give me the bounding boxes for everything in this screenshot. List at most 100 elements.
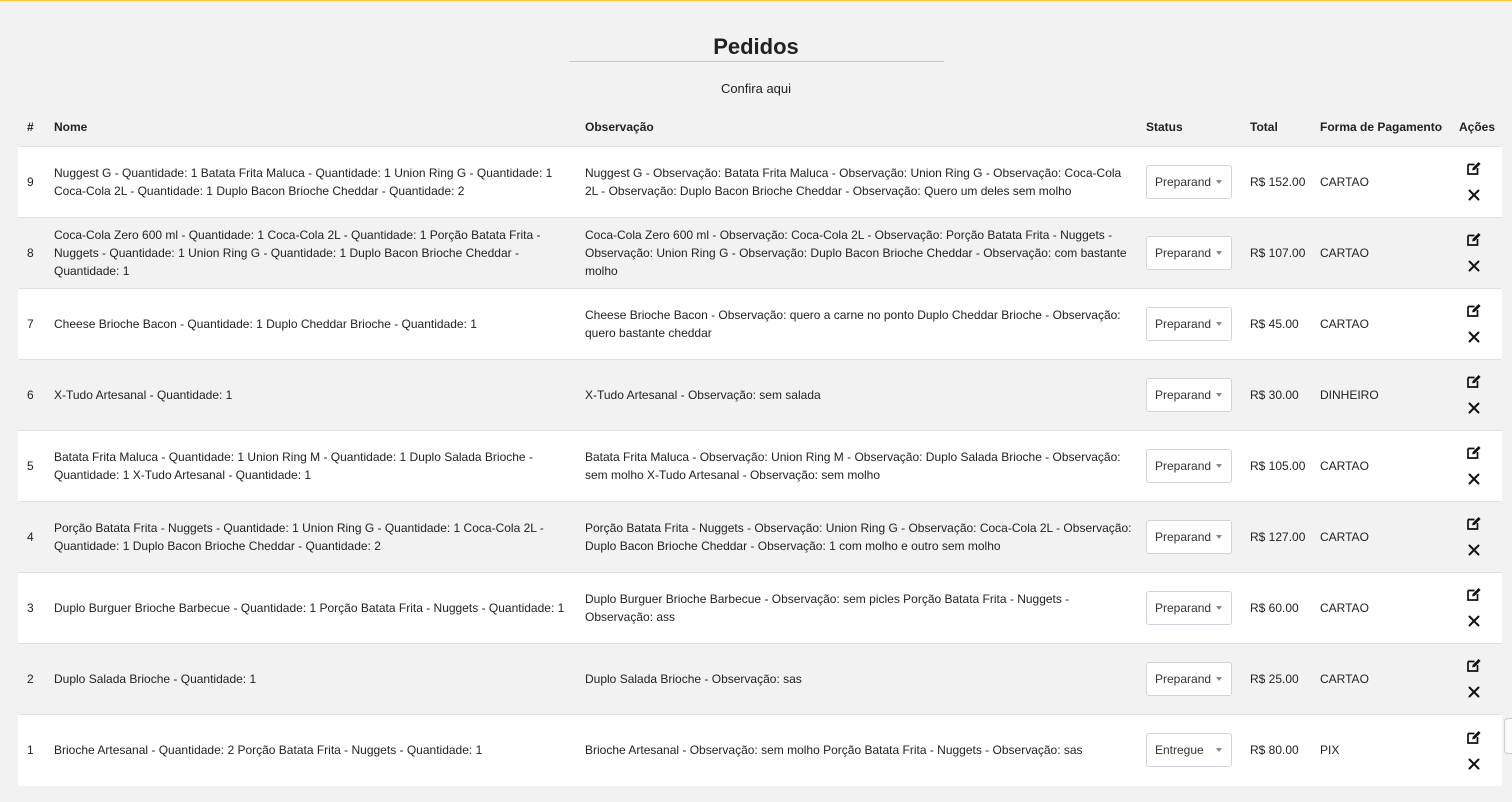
edit-icon[interactable] (1466, 729, 1482, 745)
table-row: 6 X-Tudo Artesanal - Quantidade: 1 X-Tud… (18, 358, 1502, 430)
order-observacao: Batata Frita Maluca - Observação: Union … (576, 429, 1137, 501)
order-observacao: Nuggest G - Observação: Batata Frita Mal… (576, 145, 1137, 217)
order-payment-method: DINHEIRO (1311, 358, 1450, 430)
order-payment-method: CARTAO (1311, 571, 1450, 643)
order-total: R$ 60.00 (1241, 571, 1311, 643)
close-icon[interactable] (1466, 613, 1482, 629)
status-select[interactable]: Preparand (1146, 235, 1232, 270)
order-nome: Porção Batata Frita - Nuggets - Quantida… (45, 500, 576, 572)
order-id: 1 (18, 713, 45, 786)
order-nome: Brioche Artesanal - Quantidade: 2 Porção… (45, 713, 576, 786)
order-payment-method: CARTAO (1311, 500, 1450, 572)
column-header-id: # (18, 109, 45, 146)
order-observacao: Brioche Artesanal - Observação: sem molh… (576, 713, 1137, 786)
chevron-down-icon (1216, 748, 1222, 753)
order-nome: Duplo Salada Brioche - Quantidade: 1 (45, 642, 576, 714)
order-total: R$ 30.00 (1241, 358, 1311, 430)
edit-icon[interactable] (1466, 302, 1482, 318)
close-icon[interactable] (1466, 684, 1482, 700)
row-actions (1459, 373, 1498, 416)
order-total: R$ 107.00 (1241, 216, 1311, 288)
status-select[interactable]: Preparand (1146, 164, 1232, 199)
order-id: 5 (18, 429, 45, 501)
order-total: R$ 80.00 (1241, 713, 1311, 786)
close-icon[interactable] (1466, 400, 1482, 416)
status-select[interactable]: Preparand (1146, 590, 1232, 625)
table-row: 3 Duplo Burguer Brioche Barbecue - Quant… (18, 571, 1502, 643)
order-observacao: Duplo Burguer Brioche Barbecue - Observa… (576, 571, 1137, 643)
chevron-down-icon (1216, 534, 1222, 539)
order-nome: Nuggest G - Quantidade: 1 Batata Frita M… (45, 145, 576, 217)
row-actions (1459, 515, 1498, 558)
order-observacao: Duplo Salada Brioche - Observação: sas (576, 642, 1137, 714)
order-id: 9 (18, 145, 45, 217)
chevron-down-icon (1216, 321, 1222, 326)
edit-icon[interactable] (1466, 515, 1482, 531)
status-value: Preparand (1155, 387, 1212, 402)
table-body: 9 Nuggest G - Quantidade: 1 Batata Frita… (18, 145, 1502, 786)
orders-table: # Nome Observação Status Total Forma de … (18, 109, 1502, 786)
order-id: 7 (18, 287, 45, 359)
close-icon[interactable] (1466, 471, 1482, 487)
row-actions (1459, 160, 1498, 203)
edit-icon[interactable] (1466, 373, 1482, 389)
order-id: 2 (18, 642, 45, 714)
order-nome: Coca-Cola Zero 600 ml - Quantidade: 1 Co… (45, 216, 576, 288)
table-row: 9 Nuggest G - Quantidade: 1 Batata Frita… (18, 145, 1502, 217)
scrollbar-handle[interactable] (1504, 718, 1512, 754)
order-total: R$ 25.00 (1241, 642, 1311, 714)
order-observacao: X-Tudo Artesanal - Observação: sem salad… (576, 358, 1137, 430)
order-total: R$ 152.00 (1241, 145, 1311, 217)
page-title: Pedidos (713, 34, 799, 59)
table-row: 2 Duplo Salada Brioche - Quantidade: 1 D… (18, 642, 1502, 714)
order-observacao: Coca-Cola Zero 600 ml - Observação: Coca… (576, 216, 1137, 288)
table-row: 8 Coca-Cola Zero 600 ml - Quantidade: 1 … (18, 216, 1502, 288)
close-icon[interactable] (1466, 329, 1482, 345)
order-total: R$ 45.00 (1241, 287, 1311, 359)
status-select[interactable]: Preparand (1146, 448, 1232, 483)
title-underline (568, 61, 944, 62)
status-select[interactable]: Preparand (1146, 377, 1232, 412)
order-observacao: Cheese Brioche Bacon - Observação: quero… (576, 287, 1137, 359)
status-value: Preparand (1155, 600, 1212, 615)
edit-icon[interactable] (1466, 444, 1482, 460)
chevron-down-icon (1216, 463, 1222, 468)
table-row: 7 Cheese Brioche Bacon - Quantidade: 1 D… (18, 287, 1502, 359)
close-icon[interactable] (1466, 756, 1482, 772)
order-payment-method: CARTAO (1311, 287, 1450, 359)
row-actions (1459, 729, 1498, 772)
chevron-down-icon (1216, 392, 1222, 397)
order-nome: X-Tudo Artesanal - Quantidade: 1 (45, 358, 576, 430)
column-header-observacao: Observação (576, 109, 1137, 146)
order-nome: Duplo Burguer Brioche Barbecue - Quantid… (45, 571, 576, 643)
page-header: Pedidos Confira aqui (0, 33, 1512, 97)
table-row: 5 Batata Frita Maluca - Quantidade: 1 Un… (18, 429, 1502, 501)
edit-icon[interactable] (1466, 160, 1482, 176)
table-row: 1 Brioche Artesanal - Quantidade: 2 Porç… (18, 713, 1502, 786)
chevron-down-icon (1216, 179, 1222, 184)
status-select[interactable]: Preparand (1146, 519, 1232, 554)
orders-table-container: # Nome Observação Status Total Forma de … (18, 109, 1502, 786)
top-accent-line (0, 0, 1512, 1)
status-select[interactable]: Entregue (1146, 733, 1232, 768)
close-icon[interactable] (1466, 258, 1482, 274)
status-select[interactable]: Preparand (1146, 306, 1232, 341)
column-header-acoes: Ações (1450, 109, 1502, 146)
order-id: 4 (18, 500, 45, 572)
order-observacao: Porção Batata Frita - Nuggets - Observaç… (576, 500, 1137, 572)
close-icon[interactable] (1466, 187, 1482, 203)
status-value: Preparand (1155, 245, 1212, 260)
order-id: 8 (18, 216, 45, 288)
column-header-forma-pagamento: Forma de Pagamento (1311, 109, 1450, 146)
edit-icon[interactable] (1466, 657, 1482, 673)
order-payment-method: CARTAO (1311, 642, 1450, 714)
edit-icon[interactable] (1466, 231, 1482, 247)
chevron-down-icon (1216, 605, 1222, 610)
status-select[interactable]: Preparand (1146, 661, 1232, 696)
order-payment-method: CARTAO (1311, 429, 1450, 501)
order-total: R$ 105.00 (1241, 429, 1311, 501)
order-payment-method: CARTAO (1311, 216, 1450, 288)
edit-icon[interactable] (1466, 586, 1482, 602)
row-actions (1459, 586, 1498, 629)
close-icon[interactable] (1466, 542, 1482, 558)
